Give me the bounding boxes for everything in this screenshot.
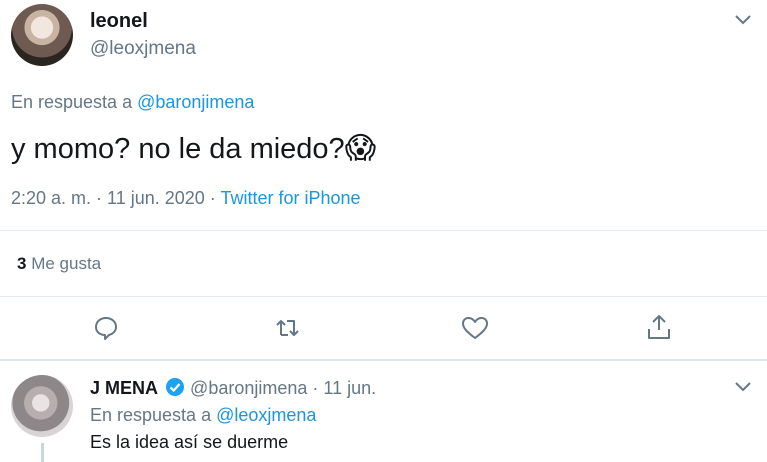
reply-header: J MENA @baronjimena · 11 jun. xyxy=(90,377,376,399)
retweet-icon[interactable] xyxy=(274,315,304,341)
tweet-source[interactable]: Twitter for iPhone xyxy=(220,188,360,208)
scream-emoji: 😱 xyxy=(344,132,376,165)
handle[interactable]: @leoxjmena xyxy=(90,38,196,60)
tweet-text-body: y momo? no le da miedo? xyxy=(11,133,345,165)
reply-display-name[interactable]: J MENA xyxy=(90,378,158,398)
likes-stat[interactable]: 3 Me gusta xyxy=(17,254,101,274)
divider xyxy=(0,296,767,297)
reply-handle[interactable]: @baronjimena xyxy=(190,378,307,398)
reply-thread-line xyxy=(41,443,44,462)
share-icon[interactable] xyxy=(646,313,672,341)
likes-count: 3 xyxy=(17,254,27,273)
display-name[interactable]: leonel xyxy=(90,10,148,33)
reply-context: En respuesta a @leoxjmena xyxy=(90,405,316,426)
verified-icon xyxy=(165,377,185,397)
reply-prefix: En respuesta a xyxy=(11,92,133,112)
reply-date[interactable]: · 11 jun. xyxy=(312,378,376,398)
chevron-down-icon[interactable] xyxy=(734,380,752,394)
reply-context: En respuesta a @baronjimena xyxy=(11,92,254,113)
tweet-time[interactable]: 2:20 a. m. · 11 jun. 2020 · xyxy=(11,188,216,208)
divider xyxy=(0,359,767,361)
tweet-text: y momo? no le da miedo?😱 xyxy=(11,131,376,167)
reply-prefix: En respuesta a xyxy=(90,405,212,425)
avatar[interactable] xyxy=(11,4,73,66)
reply-text: Es la idea así se duerme xyxy=(90,432,289,452)
heart-icon[interactable] xyxy=(461,315,489,341)
reply-avatar[interactable] xyxy=(11,375,73,437)
likes-label: Me gusta xyxy=(31,254,102,273)
tweet-meta: 2:20 a. m. · 11 jun. 2020 · Twitter for … xyxy=(11,188,361,209)
reply-icon[interactable] xyxy=(93,315,119,341)
chevron-down-icon[interactable] xyxy=(734,13,752,27)
reply-to-link[interactable]: @leoxjmena xyxy=(216,405,316,425)
divider xyxy=(0,230,767,231)
reply-to-link[interactable]: @baronjimena xyxy=(137,92,254,112)
